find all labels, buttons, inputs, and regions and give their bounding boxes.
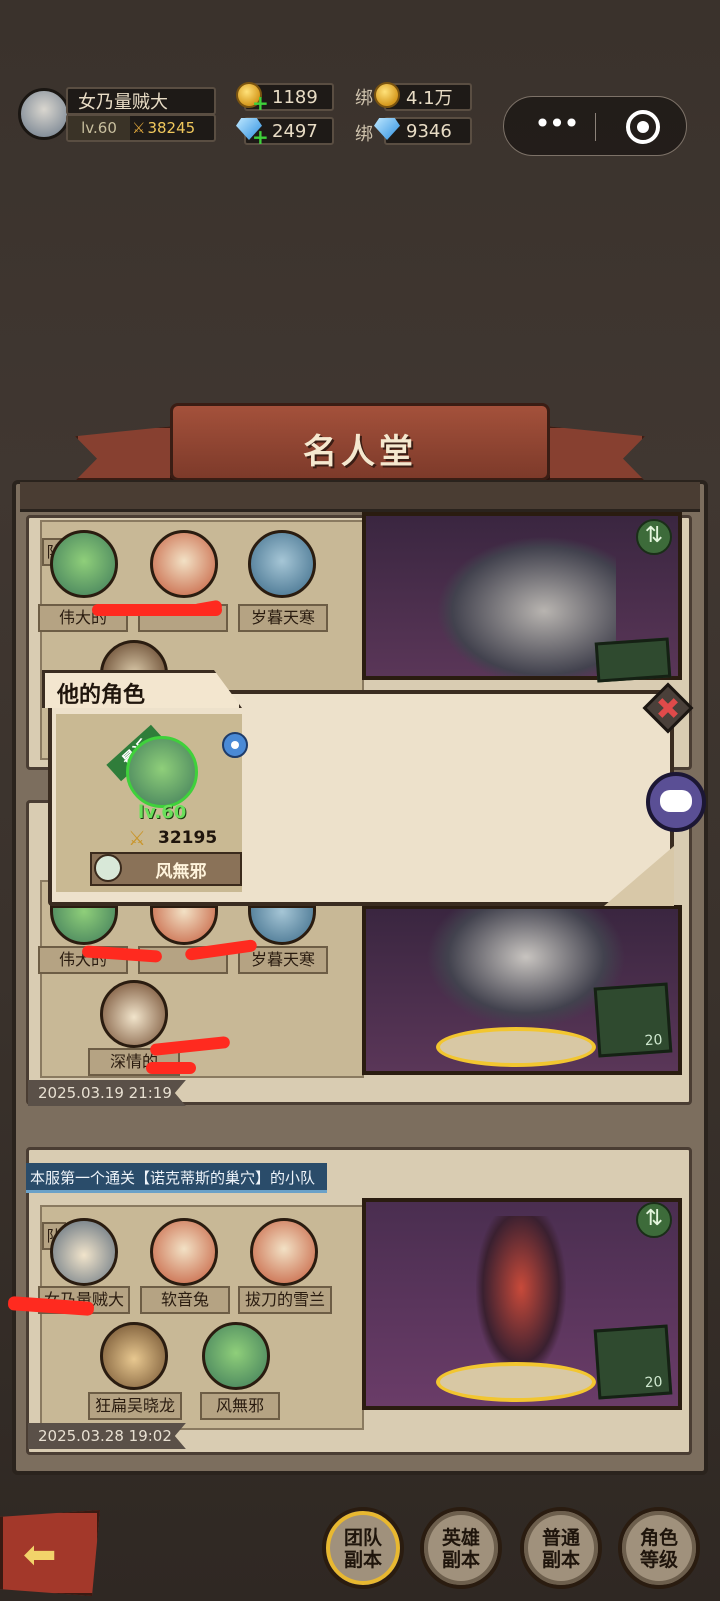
badge-count: 20 — [644, 1374, 664, 1392]
gem-value: 2497 — [272, 120, 318, 142]
mini-program-capsule: ••• — [503, 96, 687, 156]
bound-gem-bar: 9346 — [384, 117, 472, 145]
hero-avatar[interactable] — [150, 1218, 218, 1286]
team-dungeon-button[interactable]: 团队 副本 — [322, 1507, 404, 1589]
class-icon — [94, 854, 122, 882]
hero-name: 狂扁吴晓龙 — [88, 1392, 182, 1420]
hero-avatar[interactable] — [250, 1218, 318, 1286]
role-popup: 他的角色 最近 lv.60 ⚔ 32195 风無邪 — [42, 670, 674, 906]
eye-icon[interactable] — [222, 732, 248, 758]
plus-icon[interactable]: + — [252, 127, 269, 147]
gold-coin-icon — [374, 82, 400, 108]
player-name-bar: 女乃量贼大 — [66, 87, 216, 115]
pedestal — [436, 1362, 596, 1402]
clear-date: 2025.03.28 19:02 — [28, 1423, 186, 1449]
mount-figure — [436, 536, 616, 676]
frame-top-bar — [20, 482, 700, 512]
hero-name: 软音兔 — [140, 1286, 230, 1314]
hero-name: 岁暮天寒 — [238, 604, 328, 632]
popup-fold — [604, 846, 674, 906]
clear-date: 2025.03.19 21:19 — [28, 1080, 186, 1106]
close-target-icon[interactable] — [626, 110, 660, 144]
more-icon[interactable]: ••• — [528, 110, 584, 138]
popup-tab: 他的角色 — [42, 670, 242, 708]
bound-gem-label: 绑 — [355, 124, 373, 145]
badge-count: 20 — [644, 1032, 664, 1050]
player-level: lv.60 — [68, 116, 130, 140]
back-button[interactable]: ⬅ — [0, 1510, 100, 1596]
back-arrow-icon: ⬅ — [23, 1532, 57, 1578]
bound-gold-label: 绑 — [355, 88, 373, 109]
player-stat-bar: lv.60 ⚔ 38245 — [66, 114, 216, 142]
menu-label: 英雄 副本 — [441, 1527, 480, 1571]
hero-avatar[interactable] — [50, 530, 118, 598]
page-title: 名人堂 — [303, 432, 417, 472]
hero-avatar — [126, 736, 198, 808]
check-badge-icon: 20 — [593, 1324, 673, 1400]
menu-label: 普通 副本 — [541, 1527, 580, 1571]
popup-tab-label: 他的角色 — [57, 683, 146, 708]
hero-power: 32195 — [158, 828, 218, 848]
hero-level: lv.60 — [138, 802, 187, 823]
normal-dungeon-button[interactable]: 普通 副本 — [520, 1507, 602, 1589]
hero-avatar[interactable] — [100, 980, 168, 1048]
plus-icon[interactable]: + — [252, 93, 269, 113]
pedestal — [436, 1027, 596, 1067]
player-name: 女乃量贼大 — [78, 92, 168, 113]
hero-avatar[interactable] — [248, 530, 316, 598]
player-avatar[interactable] — [18, 88, 70, 140]
hero-dungeon-button[interactable]: 英雄 副本 — [420, 1507, 502, 1589]
hero-avatar[interactable] — [100, 1322, 168, 1390]
hero-avatar[interactable] — [150, 530, 218, 598]
hero-avatar[interactable] — [50, 1218, 118, 1286]
hero-avatar[interactable] — [202, 1322, 270, 1390]
card-title: 本服第一个通关【诺克蒂斯的巢穴】的小队 — [26, 1163, 328, 1193]
role-card[interactable]: 最近 lv.60 ⚔ 32195 风無邪 — [56, 714, 248, 892]
menu-label: 角色 等级 — [639, 1527, 678, 1571]
role-level-button[interactable]: 角色 等级 — [618, 1507, 700, 1589]
hero-name: 风無邪 — [200, 1392, 280, 1420]
swap-icon[interactable]: ⇅ — [636, 519, 672, 555]
bound-gem-value: 9346 — [406, 120, 452, 142]
check-badge-icon: 20 — [593, 982, 673, 1058]
sword-icon: ⚔ — [132, 119, 146, 137]
hero-figure — [476, 1216, 566, 1376]
swap-icon[interactable]: ⇅ — [636, 1202, 672, 1238]
bound-gold-value: 4.1万 — [406, 88, 453, 109]
hero-name: 拔刀的雪兰 — [238, 1286, 332, 1314]
hero-name: 风無邪 — [155, 862, 207, 882]
sword-icon: ⚔ — [128, 826, 146, 850]
chat-icon[interactable] — [646, 772, 706, 832]
gold-value: 1189 — [272, 86, 318, 108]
hall-of-fame-banner: 名人堂 — [170, 403, 550, 481]
capsule-divider — [595, 113, 596, 141]
menu-label: 团队 副本 — [343, 1527, 382, 1571]
redaction-mark — [146, 1062, 196, 1074]
player-power: 38245 — [147, 119, 196, 137]
